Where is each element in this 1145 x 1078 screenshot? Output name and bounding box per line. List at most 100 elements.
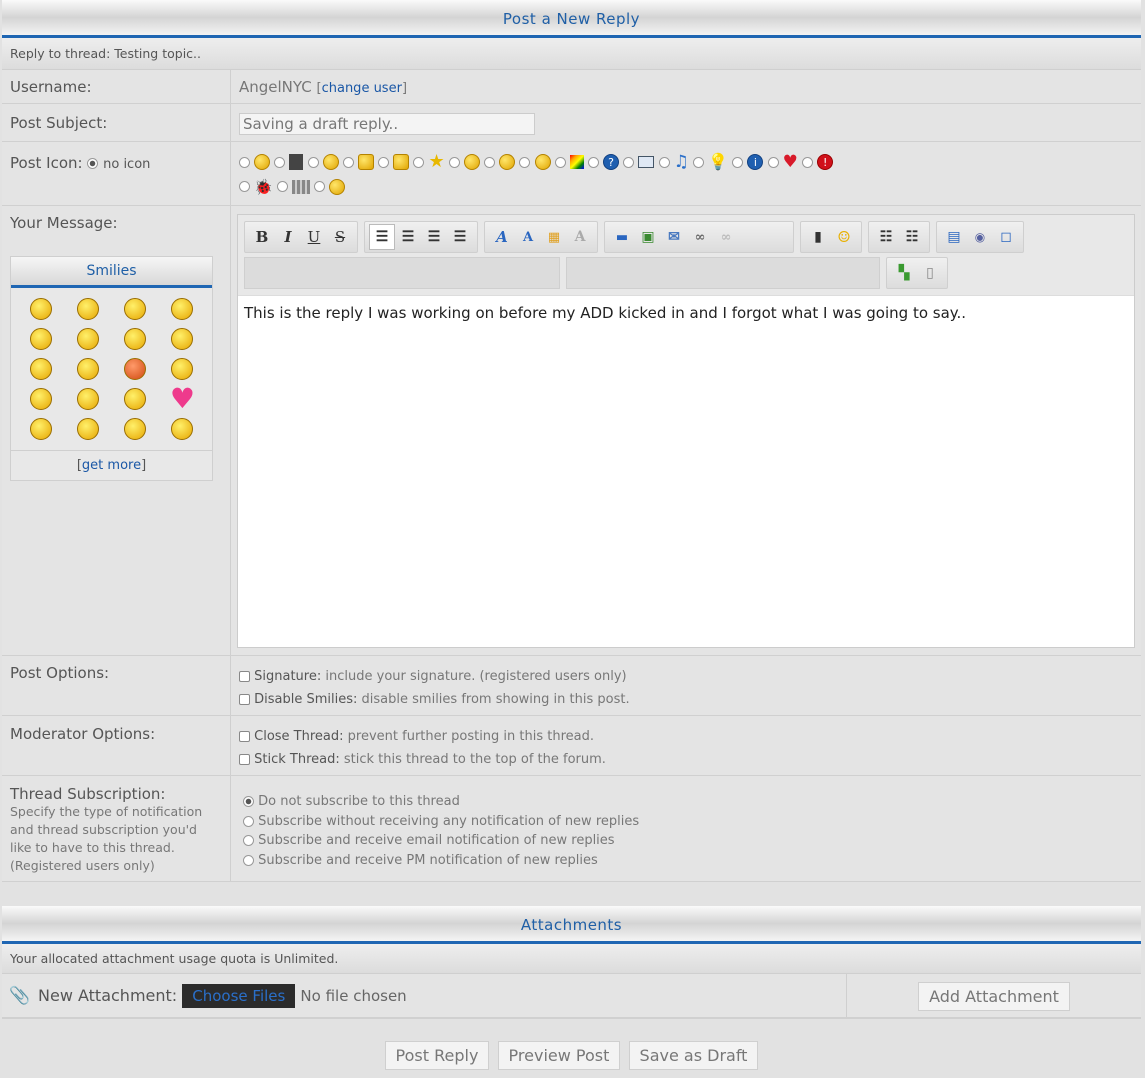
code-icon[interactable]: ▤ xyxy=(941,224,967,250)
subscribe-none-radio[interactable] xyxy=(243,796,254,807)
maximize-icon[interactable]: ▚ xyxy=(891,260,917,286)
no-icon-radio[interactable] xyxy=(87,158,99,169)
email-icon[interactable]: ✉ xyxy=(661,224,687,250)
smilie-confused-icon[interactable] xyxy=(171,358,194,380)
icon-radio[interactable] xyxy=(342,156,354,168)
unlink-icon[interactable]: ∞ xyxy=(713,224,739,250)
change-user-link[interactable]: change user xyxy=(322,81,402,96)
icon-radio[interactable] xyxy=(623,156,635,168)
icon-radio[interactable] xyxy=(587,156,599,168)
icon-radio[interactable] xyxy=(239,181,250,192)
align-right-button[interactable]: ☰ xyxy=(421,224,447,250)
smilie-smile-icon[interactable] xyxy=(29,298,52,320)
smilie-dizzy-icon[interactable] xyxy=(29,388,52,410)
smilie-biggrin-icon[interactable] xyxy=(171,298,194,320)
smilie-mad-icon[interactable] xyxy=(124,358,147,380)
star-icon: ★ xyxy=(428,151,445,172)
get-more-link[interactable]: get more xyxy=(82,458,141,473)
smilie-idea-icon[interactable] xyxy=(76,418,99,440)
smilie-question-icon[interactable] xyxy=(29,418,52,440)
source-group: ▚ ▯ xyxy=(886,257,948,289)
post-reply-button[interactable]: Post Reply xyxy=(384,1041,490,1070)
icon-radio[interactable] xyxy=(274,156,286,168)
smilies-grid: ♥ xyxy=(11,288,212,450)
thumbs-down-icon xyxy=(393,154,410,170)
icon-radio[interactable] xyxy=(554,156,566,168)
icon-radio[interactable] xyxy=(802,156,814,168)
smilie-eek-icon[interactable] xyxy=(124,328,147,350)
icon-radio[interactable] xyxy=(307,156,319,168)
number-list-icon[interactable]: ☷ xyxy=(899,224,925,250)
smilie-heart-icon[interactable]: ♥ xyxy=(170,385,195,413)
smilie-wink-icon[interactable] xyxy=(76,298,99,320)
justify-button[interactable]: ☰ xyxy=(447,224,473,250)
link-icon[interactable]: ∞ xyxy=(687,224,713,250)
source-icon[interactable]: ▯ xyxy=(917,260,943,286)
align-center-button[interactable]: ☰ xyxy=(395,224,421,250)
align-left-button[interactable]: ☰ xyxy=(369,224,395,250)
subscribe-pm-radio[interactable] xyxy=(243,854,254,866)
color-icon[interactable]: ▦ xyxy=(541,224,567,250)
message-label: Your Message: xyxy=(10,214,118,232)
strike-button[interactable]: S xyxy=(327,224,353,250)
subject-input[interactable] xyxy=(239,113,535,135)
subscribe-silent-radio[interactable] xyxy=(243,815,254,827)
post-icon-label: Post Icon: xyxy=(10,154,83,172)
smilie-unsure-icon[interactable] xyxy=(171,418,194,440)
stick-thread-checkbox[interactable] xyxy=(239,754,250,765)
icon-radio[interactable] xyxy=(239,156,250,168)
smilie-exclaim-icon[interactable] xyxy=(124,388,147,410)
question-icon: ? xyxy=(603,154,620,170)
smilie-shades-icon[interactable] xyxy=(76,388,99,410)
icon-radio[interactable] xyxy=(767,156,779,168)
smilie-tongue-icon[interactable] xyxy=(29,328,52,350)
message-textarea[interactable]: This is the reply I was working on befor… xyxy=(238,295,1134,330)
icon-radio[interactable] xyxy=(519,156,531,168)
preview-post-button[interactable]: Preview Post xyxy=(497,1041,621,1070)
bold-button[interactable]: B xyxy=(249,224,275,250)
save-draft-button[interactable]: Save as Draft xyxy=(628,1041,759,1070)
icon-radio[interactable] xyxy=(732,156,744,168)
icon-radio[interactable] xyxy=(693,156,705,168)
disable-smilies-checkbox[interactable] xyxy=(239,694,250,705)
video-icon[interactable]: ▮ xyxy=(805,224,831,250)
icon-radio[interactable] xyxy=(413,156,425,168)
smilie-icon[interactable]: ☺ xyxy=(831,224,857,250)
smilie-frown-icon[interactable] xyxy=(171,328,194,350)
icon-radio[interactable] xyxy=(276,181,288,192)
php-icon[interactable]: ◉ xyxy=(967,224,993,250)
wink-icon xyxy=(254,154,271,170)
smilie-cool-icon[interactable] xyxy=(124,298,147,320)
icon-radio[interactable] xyxy=(378,156,390,168)
insert-image-icon[interactable]: ▣ xyxy=(635,224,661,250)
choose-files-button[interactable]: Choose Files xyxy=(182,984,296,1008)
font-select[interactable] xyxy=(244,257,560,289)
italic-button[interactable]: I xyxy=(275,224,301,250)
smilie-rolleyes-icon[interactable] xyxy=(76,328,99,350)
bullet-list-icon[interactable]: ☷ xyxy=(873,224,899,250)
icon-radio[interactable] xyxy=(314,181,326,192)
add-attachment-button[interactable]: Add Attachment xyxy=(918,982,1070,1011)
smilie-happy-icon[interactable] xyxy=(124,418,147,440)
icon-radio[interactable] xyxy=(658,156,670,168)
underline-button[interactable]: U xyxy=(301,224,327,250)
remove-format-icon[interactable]: A xyxy=(567,224,593,250)
font-size-icon[interactable]: A xyxy=(515,224,541,250)
paperclip-icon: 📎 xyxy=(9,986,31,1006)
signature-checkbox[interactable] xyxy=(239,671,250,682)
subscribe-email-radio[interactable] xyxy=(243,835,254,846)
font-icon[interactable]: A xyxy=(489,224,515,250)
hr-icon[interactable]: ▬ xyxy=(609,224,635,250)
smilie-at-icon[interactable] xyxy=(29,358,52,380)
heart-icon: ♥ xyxy=(782,152,798,172)
icon-radio[interactable] xyxy=(448,156,460,168)
attachment-quota: Your allocated attachment usage quota is… xyxy=(2,944,1141,974)
thread-info: Reply to thread: Testing topic.. xyxy=(2,38,1141,70)
quote-icon[interactable]: ◻ xyxy=(993,224,1019,250)
size-select[interactable] xyxy=(566,257,880,289)
spacer xyxy=(2,882,1141,906)
submit-bar: Post Reply Preview Post Save as Draft xyxy=(2,1018,1141,1078)
close-thread-checkbox[interactable] xyxy=(239,731,250,742)
smilie-angel-icon[interactable] xyxy=(76,358,99,380)
icon-radio[interactable] xyxy=(484,156,496,168)
